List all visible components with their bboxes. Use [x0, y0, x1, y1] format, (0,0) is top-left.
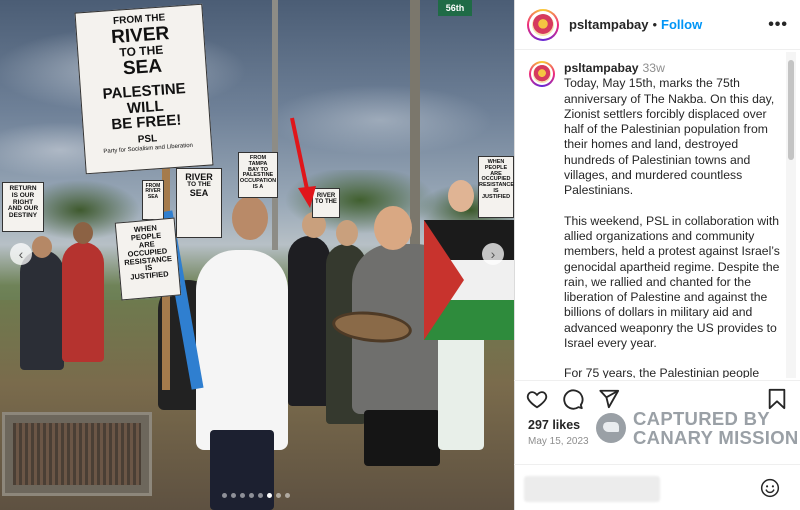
protester-head [336, 220, 358, 246]
caption-body: psltampabay 33w Today, May 15th, marks th… [564, 61, 785, 378]
carousel-dot[interactable] [258, 493, 263, 498]
protester [288, 236, 330, 406]
palestinian-flag [424, 220, 514, 340]
emoji-icon[interactable] [760, 478, 780, 498]
protester-head [232, 196, 268, 240]
storm-drain-grate [2, 412, 152, 496]
red-arrow-annotation [290, 117, 316, 208]
protester-head [374, 206, 412, 250]
carousel-dot[interactable] [222, 493, 227, 498]
protester [62, 242, 104, 362]
protester-head [73, 222, 93, 244]
canary-bird-icon [596, 413, 626, 443]
sign-small-left: FROM RIVER SEA [142, 180, 164, 220]
carousel-dot[interactable] [276, 493, 281, 498]
comment-input-blurred[interactable] [524, 476, 660, 502]
canary-mission-watermark: CAPTURED BY CANARY MISSION [596, 409, 799, 447]
carousel-dot[interactable] [231, 493, 236, 498]
watermark-line-1: CAPTURED BY [633, 408, 770, 429]
post-date[interactable]: May 15, 2023 [528, 436, 589, 447]
protester-head [32, 236, 52, 258]
avatar[interactable] [527, 8, 559, 41]
protester-shorts [364, 410, 440, 466]
header-separator: • [652, 17, 658, 32]
watermark-line-2: CANARY MISSION [633, 427, 799, 448]
follow-button[interactable]: Follow [661, 17, 702, 32]
comment-box[interactable] [514, 464, 800, 510]
caption-avatar[interactable] [529, 61, 555, 87]
next-photo-button[interactable]: › [482, 243, 504, 265]
caption-paragraph: This weekend, PSL in collaboration with … [564, 213, 780, 351]
sign-return-right: RETURN IS OUR RIGHT AND OUR DESTINY [2, 182, 44, 232]
carousel-dots [222, 493, 290, 498]
post-actions: 297 likes May 15, 2023 CAPTURED BY CANAR… [514, 380, 800, 510]
street-sign: 56th [438, 0, 472, 16]
paper-plane-icon[interactable] [598, 388, 620, 410]
caption-username[interactable]: psltampabay [564, 61, 639, 75]
protester-white-shirt [196, 250, 288, 450]
caption-time[interactable]: 33w [643, 61, 665, 75]
heart-icon[interactable] [526, 388, 548, 410]
more-options-icon[interactable]: ••• [768, 16, 788, 34]
sign-river-small: RIVER TO THE SEA [176, 168, 222, 238]
header-username[interactable]: psltampabay [569, 17, 648, 32]
sign-resistance-justified: WHEN PEOPLE ARE OCCUPIED RESISTANCE IS JUSTIFI… [114, 217, 182, 301]
sign-resistance-justified-right: WHEN PEOPLE ARE OCCUPIED RESISTANCE IS JUSTIFI… [478, 156, 514, 218]
previous-photo-button[interactable]: ‹ [10, 243, 32, 265]
utility-pole [410, 0, 420, 260]
post-header: psltampabay • Follow ••• [515, 0, 800, 50]
bookmark-icon[interactable] [766, 388, 788, 410]
caption-paragraph: Today, May 15th, marks the 75th annivers… [564, 76, 775, 198]
carousel-dot[interactable] [285, 493, 290, 498]
protester [20, 250, 64, 370]
caption-paragraph: For 75 years, the Palestinian people [564, 366, 760, 378]
scrollbar-thumb[interactable] [788, 60, 794, 160]
carousel-dot[interactable] [267, 493, 272, 498]
protester-head [448, 180, 474, 212]
protester-jeans [210, 430, 274, 510]
light-pole [272, 0, 278, 250]
carousel-dot[interactable] [240, 493, 245, 498]
post-photo[interactable]: 56th FROM THE RIVER TO THE SEA PALESTINE… [0, 0, 514, 510]
sign-river-to-sea: FROM THE RIVER TO THE SEA PALESTINE WILL… [74, 3, 214, 175]
carousel-dot[interactable] [249, 493, 254, 498]
caption: psltampabay 33w Today, May 15th, marks th… [515, 51, 793, 378]
comment-icon[interactable] [562, 388, 584, 410]
sign-tampa-bay: FROM TAMPA BAY TO PALESTINE OCCUPATION IS A [238, 152, 278, 198]
like-count[interactable]: 297 likes [528, 418, 580, 432]
